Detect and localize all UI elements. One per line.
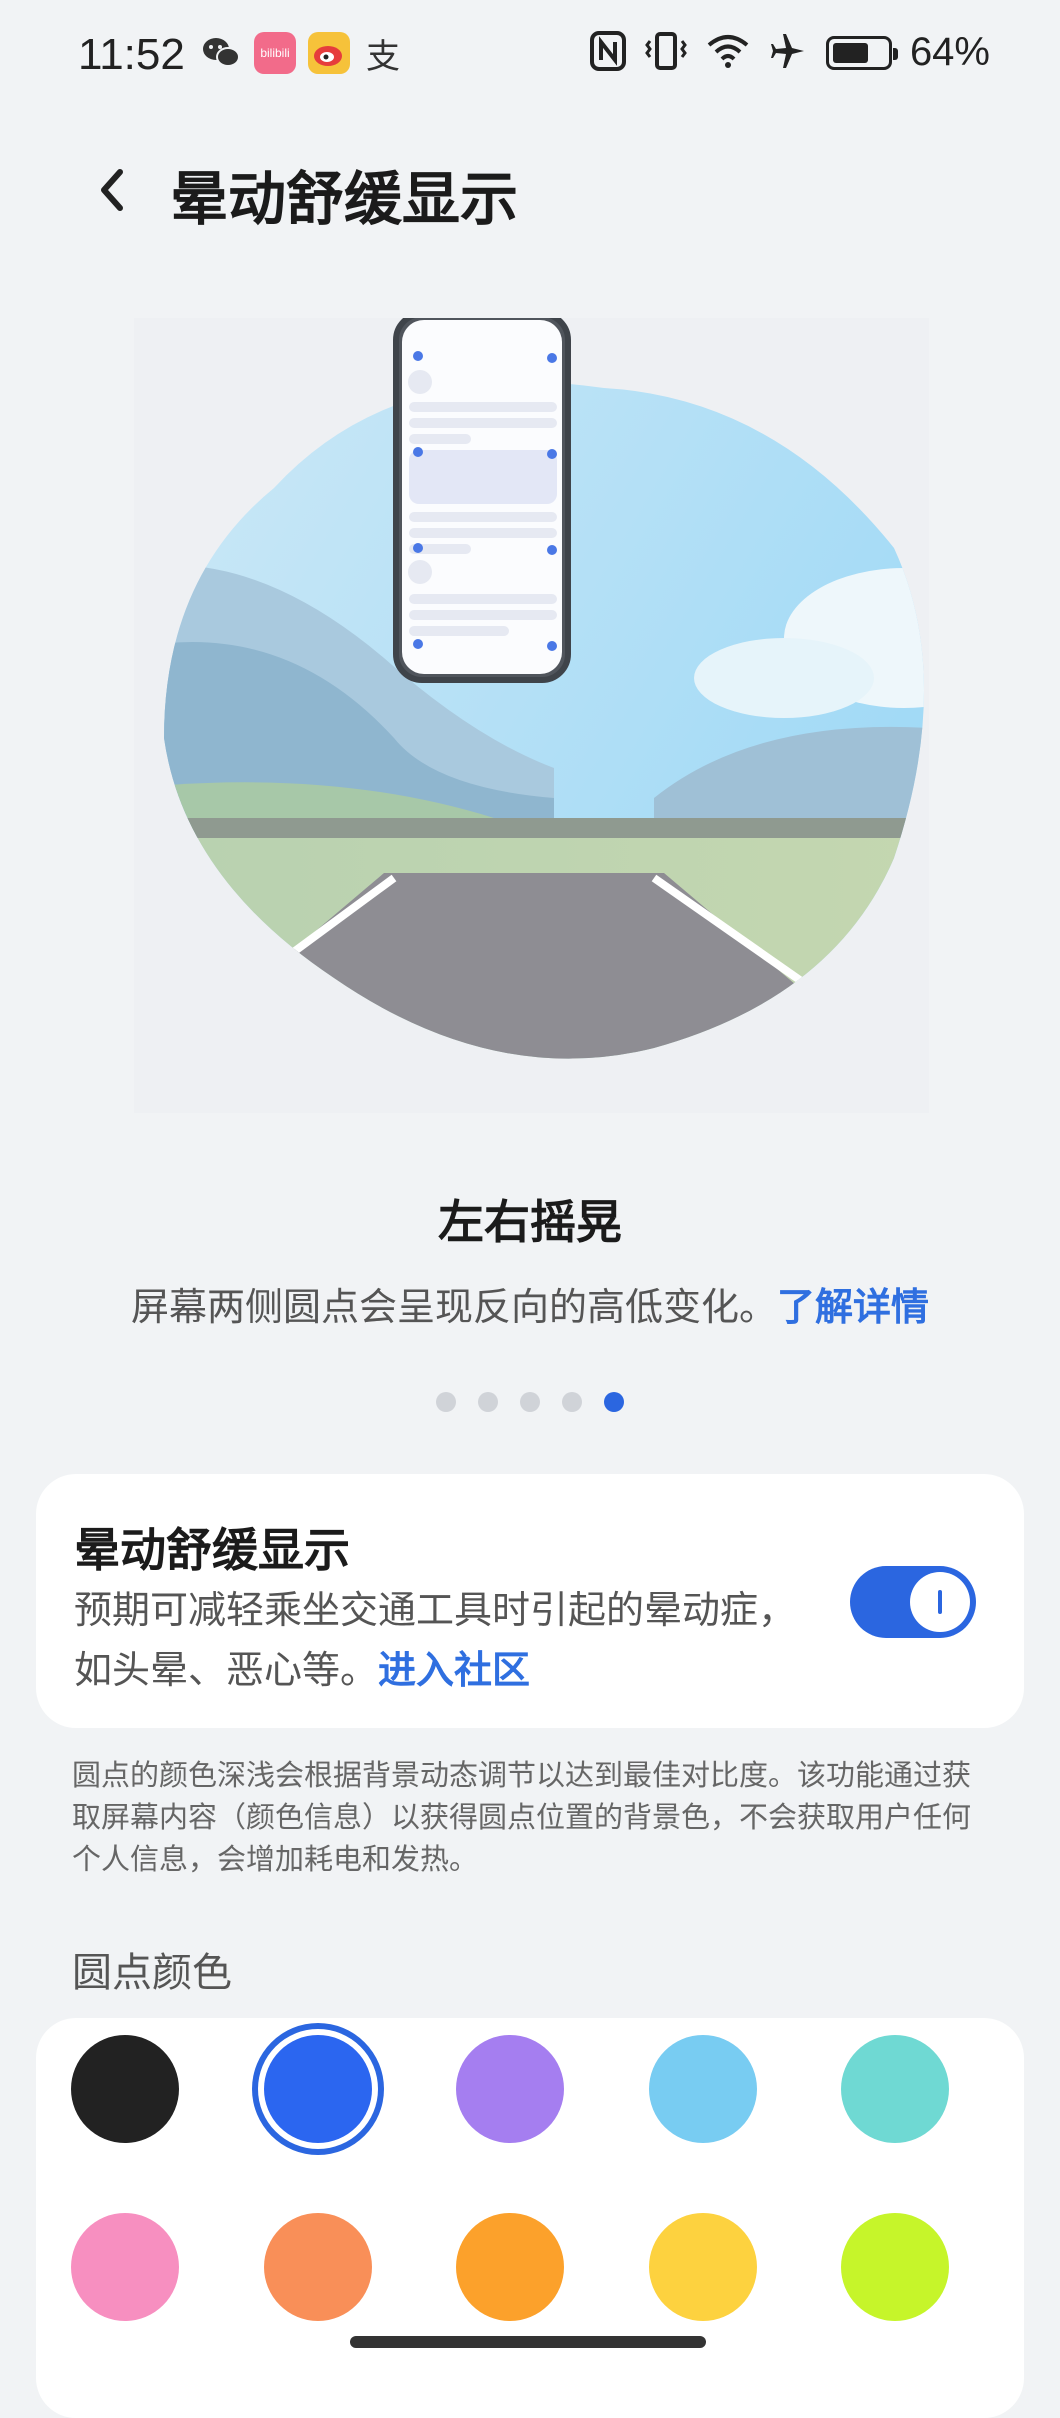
bilibili-icon: bilibili: [254, 32, 296, 74]
dot-color-label: 圆点颜色: [72, 1950, 232, 1996]
nfc-icon: [589, 30, 626, 75]
system-icons: 64%: [589, 30, 990, 75]
alipay-icon: 支: [366, 36, 400, 77]
feature-card: 晕动舒缓显示 预期可减轻乘坐交通工具时引起的晕动症，如头晕、恶心等。进入社区: [36, 1474, 1024, 1728]
app-bar: 晕动舒缓显示: [0, 140, 1060, 240]
feature-toggle[interactable]: [850, 1566, 976, 1638]
wechat-icon: [200, 32, 242, 74]
toggle-knob: [910, 1572, 970, 1632]
home-indicator[interactable]: [350, 2336, 706, 2348]
feature-title: 晕动舒缓显示: [74, 1523, 350, 1577]
status-bar: 11:52 bilibili 支 64%: [0, 0, 1060, 110]
page-dot[interactable]: [604, 1392, 624, 1412]
wifi-icon: [706, 33, 750, 73]
mode-description-text: 屏幕两侧圆点会呈现反向的高低变化。: [130, 1285, 777, 1329]
clock: 11:52: [78, 30, 185, 79]
vibrate-icon: [644, 31, 688, 75]
mode-illustration: [134, 311, 929, 1113]
page-dot[interactable]: [436, 1392, 456, 1412]
community-link[interactable]: 进入社区: [378, 1648, 530, 1692]
feature-description: 预期可减轻乘坐交通工具时引起的晕动症，如头晕、恶心等。进入社区: [74, 1580, 814, 1700]
page-dot[interactable]: [478, 1392, 498, 1412]
color-swatch[interactable]: [263, 2213, 372, 2321]
page-dot[interactable]: [562, 1392, 582, 1412]
page-title: 晕动舒缓显示: [170, 165, 519, 233]
color-swatch[interactable]: [841, 2035, 949, 2143]
color-swatch[interactable]: [841, 2213, 949, 2321]
color-swatch[interactable]: [648, 2213, 757, 2321]
color-swatch[interactable]: [648, 2035, 757, 2143]
color-swatch[interactable]: [456, 2035, 564, 2143]
back-button[interactable]: [84, 160, 144, 220]
chevron-left-icon: [101, 169, 123, 211]
color-swatch[interactable]: [456, 2213, 564, 2321]
battery-level: [832, 42, 868, 63]
page-indicator[interactable]: [0, 1392, 1060, 1412]
battery-icon: [825, 35, 898, 70]
footnote: 圆点的颜色深浅会根据背景动态调节以达到最佳对比度。该功能通过获取屏幕内容（颜色信…: [72, 1758, 972, 1876]
page-dot[interactable]: [520, 1392, 540, 1412]
color-card: [36, 2018, 1024, 2418]
battery-percent: 64%: [909, 30, 990, 74]
airplane-icon: [768, 31, 808, 75]
notification-icons: bilibili 支: [200, 32, 404, 77]
color-swatch[interactable]: [263, 2035, 372, 2143]
mode-title: 左右摇晃: [438, 1195, 622, 1249]
learn-more-link[interactable]: 了解详情: [777, 1285, 929, 1329]
mode-description: 屏幕两侧圆点会呈现反向的高低变化。了解详情: [0, 1276, 1060, 1331]
weibo-icon: [308, 32, 350, 74]
color-swatch[interactable]: [71, 2035, 179, 2143]
color-swatch[interactable]: [71, 2213, 179, 2321]
